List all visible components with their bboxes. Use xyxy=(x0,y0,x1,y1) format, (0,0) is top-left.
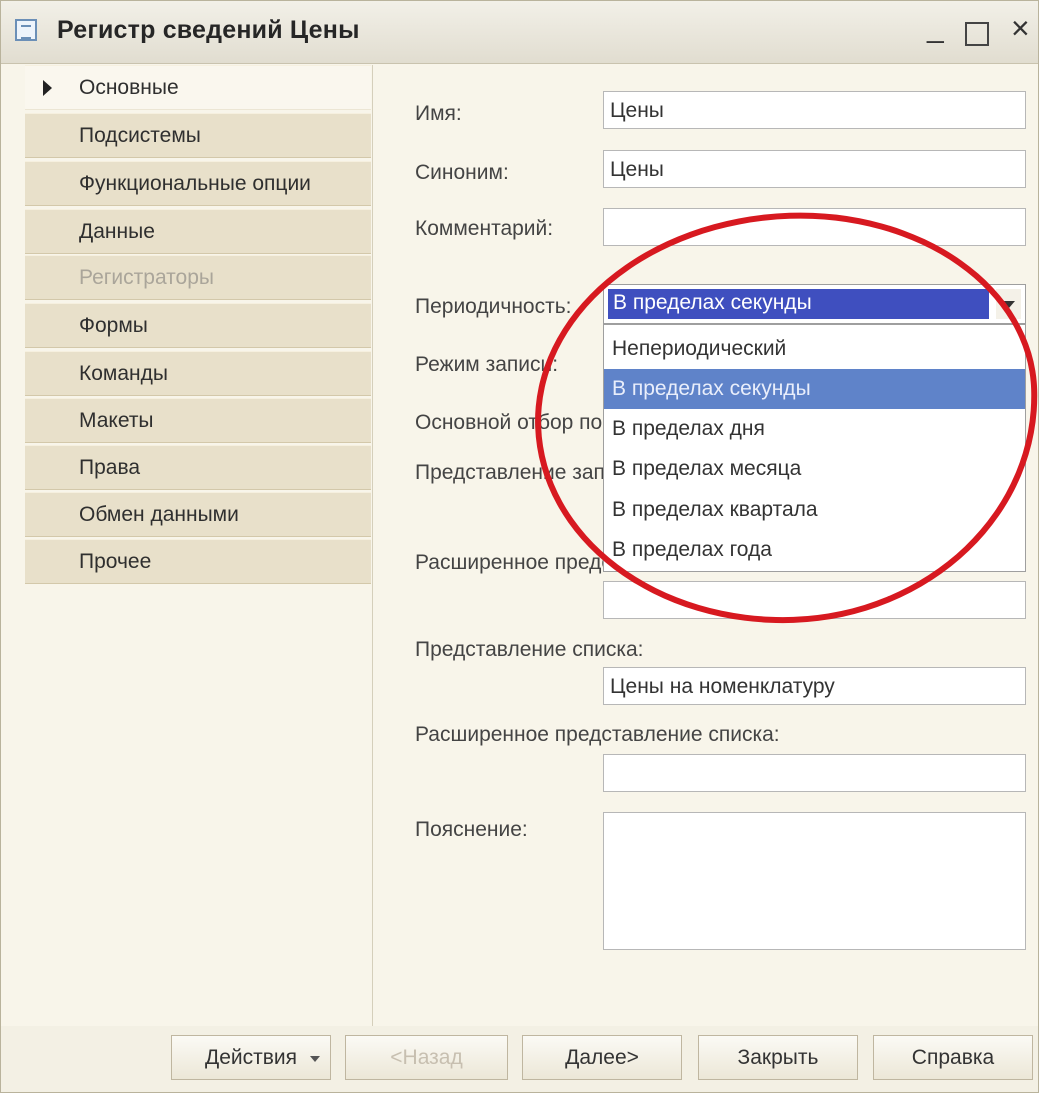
option-within-second[interactable]: В пределах секунды xyxy=(604,369,1025,409)
tab-label: Подсистемы xyxy=(79,124,201,147)
name-field[interactable]: Цены xyxy=(603,91,1026,129)
option-within-year[interactable]: В пределах года xyxy=(604,530,1025,570)
explanation-label: Пояснение: xyxy=(415,818,528,841)
option-within-quarter[interactable]: В пределах квартала xyxy=(604,490,1025,530)
actions-button[interactable]: Действия xyxy=(171,1035,331,1080)
list-presentation-label: Представление списка: xyxy=(415,638,644,661)
periodicity-dropdown-list: Непериодический В пределах секунды В пре… xyxy=(603,324,1026,572)
periodicity-selected-value: В пределах секунды xyxy=(608,289,989,319)
name-label: Имя: xyxy=(415,102,462,125)
back-button: <Назад xyxy=(345,1035,508,1080)
tab-label: Регистраторы xyxy=(79,266,215,289)
tab-subsystems[interactable]: Подсистемы xyxy=(25,113,371,158)
tab-label: Прочее xyxy=(79,550,152,573)
periodicity-select[interactable]: В пределах секунды xyxy=(603,284,1026,324)
extended-list-presentation-label: Расширенное представление списка: xyxy=(415,723,780,746)
tab-label: Обмен данными xyxy=(79,503,239,526)
tab-data[interactable]: Данные xyxy=(25,209,371,254)
tab-label: Основные xyxy=(79,76,179,99)
tab-templates[interactable]: Макеты xyxy=(25,398,371,443)
tab-forms[interactable]: Формы xyxy=(25,303,371,348)
actions-button-label: Действия xyxy=(204,1046,297,1069)
help-button[interactable]: Справка xyxy=(873,1035,1033,1080)
synonym-field[interactable]: Цены xyxy=(603,150,1026,188)
tab-label: Формы xyxy=(79,314,148,337)
tab-functional-options[interactable]: Функциональные опции xyxy=(25,161,371,206)
tab-commands[interactable]: Команды xyxy=(25,351,371,396)
tab-label: Команды xyxy=(79,362,168,385)
register-window: Регистр сведений Цены _ × Основные Подси… xyxy=(0,0,1039,1093)
option-within-day[interactable]: В пределах дня xyxy=(604,409,1025,449)
tab-label: Права xyxy=(79,456,141,479)
explanation-textarea[interactable] xyxy=(603,812,1026,950)
tab-data-exchange[interactable]: Обмен данными xyxy=(25,492,371,537)
list-presentation-field[interactable]: Цены на номенклатуру xyxy=(603,667,1026,705)
tab-registrars: Регистраторы xyxy=(25,255,371,300)
tab-label: Данные xyxy=(79,220,155,243)
write-mode-label: Режим записи: xyxy=(415,353,559,376)
tab-label: Функциональные опции xyxy=(79,172,311,195)
chevron-down-icon[interactable] xyxy=(996,289,1021,319)
sidebar: Основные Подсистемы Функциональные опции… xyxy=(25,65,373,1026)
window-title: Регистр сведений Цены xyxy=(57,16,360,44)
extended-record-presentation-field[interactable] xyxy=(603,581,1026,619)
minimize-icon[interactable]: _ xyxy=(927,13,944,43)
close-icon[interactable]: × xyxy=(1011,12,1030,44)
tab-other[interactable]: Прочее xyxy=(25,539,371,584)
maximize-icon[interactable] xyxy=(965,22,989,46)
tab-label: Макеты xyxy=(79,409,154,432)
dropdown-arrow-icon xyxy=(310,1056,320,1062)
option-within-month[interactable]: В пределах месяца xyxy=(604,449,1025,489)
comment-label: Комментарий: xyxy=(415,217,554,240)
synonym-label: Синоним: xyxy=(415,161,509,184)
extended-list-presentation-field[interactable] xyxy=(603,754,1026,792)
title-bar: Регистр сведений Цены _ × xyxy=(1,1,1038,64)
tab-main[interactable]: Основные xyxy=(25,65,371,110)
option-nonperiodic[interactable]: Непериодический xyxy=(604,329,1025,369)
close-button[interactable]: Закрыть xyxy=(698,1035,858,1080)
next-button[interactable]: Далее> xyxy=(522,1035,682,1080)
current-tab-marker-icon xyxy=(43,80,52,96)
comment-field[interactable] xyxy=(603,208,1026,246)
register-icon xyxy=(15,19,37,41)
periodicity-label: Периодичность: xyxy=(415,295,572,318)
tab-rights[interactable]: Права xyxy=(25,445,371,490)
